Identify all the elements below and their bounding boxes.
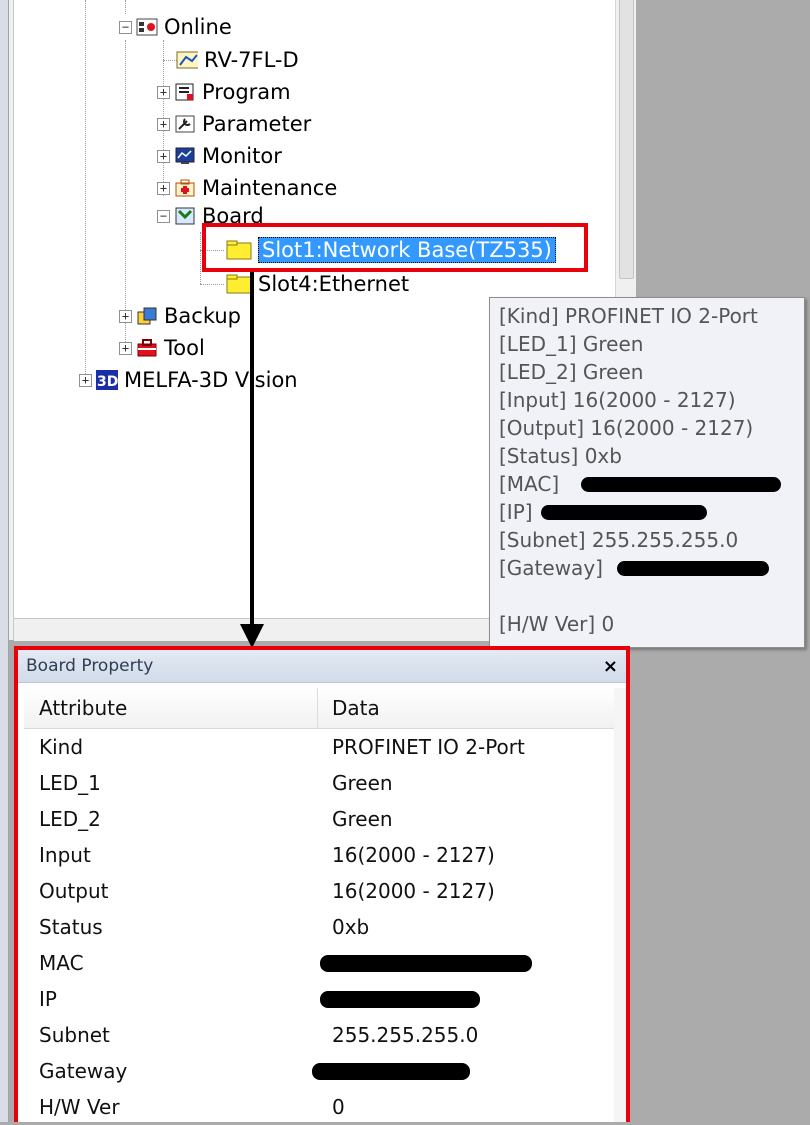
- tree-item-tool[interactable]: + Tool: [119, 334, 205, 362]
- tree-item-label: Monitor: [202, 144, 282, 168]
- tree-item-label: Online: [164, 15, 232, 39]
- monitor-icon: [174, 147, 196, 165]
- tooltip-line-blank: [499, 582, 804, 610]
- tree-item-label: MELFA-3D Vision: [124, 368, 298, 392]
- robot-icon: [176, 51, 198, 69]
- board-icon: [174, 207, 196, 225]
- tooltip-line: [Status] 0xb: [499, 444, 622, 468]
- tree-item-robot[interactable]: RV-7FL-D: [176, 46, 299, 74]
- tooltip-line: [Subnet] 255.255.255.0: [499, 528, 739, 552]
- expand-icon[interactable]: +: [79, 373, 92, 387]
- backup-icon: [136, 307, 158, 325]
- expand-icon[interactable]: +: [157, 149, 170, 163]
- tooltip-line: [LED_1] Green: [499, 332, 644, 356]
- tree-item-label: Backup: [164, 304, 241, 328]
- tree-item-label: Parameter: [202, 112, 312, 136]
- board-property-highlight-box: [14, 646, 630, 1122]
- tooltip-line: [Output] 16(2000 - 2127): [499, 416, 754, 440]
- redaction-mark: [617, 561, 769, 576]
- tooltip-line-gateway: [Gateway]: [499, 554, 804, 582]
- tree-item-label: Program: [202, 80, 291, 104]
- tree-item-maintenance[interactable]: + Maintenance: [157, 174, 337, 202]
- tree-item-online[interactable]: − Online: [119, 13, 232, 41]
- maintenance-icon: [174, 179, 196, 197]
- tree-item-label: Tool: [164, 336, 205, 360]
- expand-icon[interactable]: +: [119, 341, 132, 355]
- redaction-mark: [541, 505, 707, 520]
- collapse-icon[interactable]: −: [119, 20, 132, 34]
- scrollbar-thumb[interactable]: [619, 0, 634, 279]
- online-icon: [136, 18, 158, 36]
- tooltip-line: [Kind] PROFINET IO 2-Port: [499, 304, 758, 328]
- tooltip-line-ip: [IP]: [499, 498, 804, 526]
- annotation-arrow-head: [240, 624, 264, 648]
- parameter-icon: [174, 115, 196, 133]
- tree-item-melfa-3d-vision[interactable]: + 3D MELFA-3D Vision: [79, 366, 298, 394]
- tree-item-label: Slot4:Ethernet: [258, 272, 410, 296]
- expand-icon[interactable]: +: [157, 117, 170, 131]
- program-icon: [174, 83, 196, 101]
- vision-3d-icon: 3D: [96, 370, 118, 390]
- redaction-mark: [581, 477, 781, 492]
- tree-item-monitor[interactable]: + Monitor: [157, 142, 282, 170]
- tooltip-label: [IP]: [499, 500, 533, 524]
- tooltip-label: [Gateway]: [499, 556, 603, 580]
- folder-icon: [226, 274, 252, 294]
- annotation-arrow-shaft: [250, 272, 254, 626]
- collapse-icon[interactable]: −: [157, 209, 170, 223]
- tree-item-label: RV-7FL-D: [204, 48, 299, 72]
- tooltip-label: [MAC]: [499, 472, 560, 496]
- selection-highlight-box: [202, 223, 588, 272]
- tree-item-label: Maintenance: [202, 176, 338, 200]
- tooltip-line-mac: [MAC]: [499, 470, 804, 498]
- expand-icon[interactable]: +: [157, 85, 170, 99]
- expand-icon[interactable]: +: [119, 309, 132, 323]
- tooltip-line: [LED_2] Green: [499, 360, 644, 384]
- svg-text:3D: 3D: [97, 374, 118, 390]
- tooltip-line: [Input] 16(2000 - 2127): [499, 388, 736, 412]
- expand-icon[interactable]: +: [157, 181, 170, 195]
- tooltip-line: [H/W Ver] 0: [499, 612, 615, 636]
- tree-item-parameter[interactable]: + Parameter: [157, 110, 311, 138]
- tree-item-backup[interactable]: + Backup: [119, 302, 241, 330]
- tool-icon: [136, 339, 158, 357]
- window-frame-left: [0, 0, 9, 1122]
- board-tooltip: [Kind] PROFINET IO 2-Port [LED_1] Green …: [489, 297, 805, 648]
- tree-item-program[interactable]: + Program: [157, 78, 291, 106]
